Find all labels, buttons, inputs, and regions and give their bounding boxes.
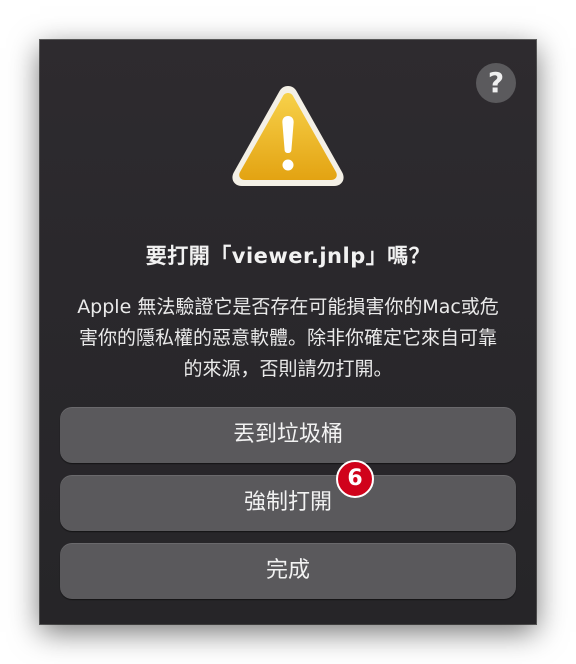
done-label: 完成	[265, 558, 310, 583]
help-label: ?	[487, 66, 505, 99]
done-button[interactable]: 完成	[60, 543, 516, 599]
force-open-label: 強制打開	[243, 490, 332, 515]
move-to-trash-button[interactable]: 丟到垃圾桶	[60, 407, 516, 463]
page: ? 要打開「viewer.jnlp」嗎？ Apple 無法驗證它是否存在可能損害…	[0, 0, 576, 664]
help-button[interactable]: ?	[476, 63, 516, 103]
step-number-badge: 6	[336, 460, 374, 498]
dialog-message: Apple 無法驗證它是否存在可能損害你的Mac或危害你的隱私權的惡意軟體。除非…	[77, 296, 499, 380]
force-open-button[interactable]: 強制打開	[60, 475, 516, 531]
move-to-trash-label: 丟到垃圾桶	[232, 422, 343, 447]
warning-triangle-icon	[232, 86, 344, 186]
dialog-title: 要打開「viewer.jnlp」嗎？	[145, 244, 431, 268]
security-warning-dialog: ? 要打開「viewer.jnlp」嗎？ Apple 無法驗證它是否存在可能損害…	[40, 40, 536, 624]
